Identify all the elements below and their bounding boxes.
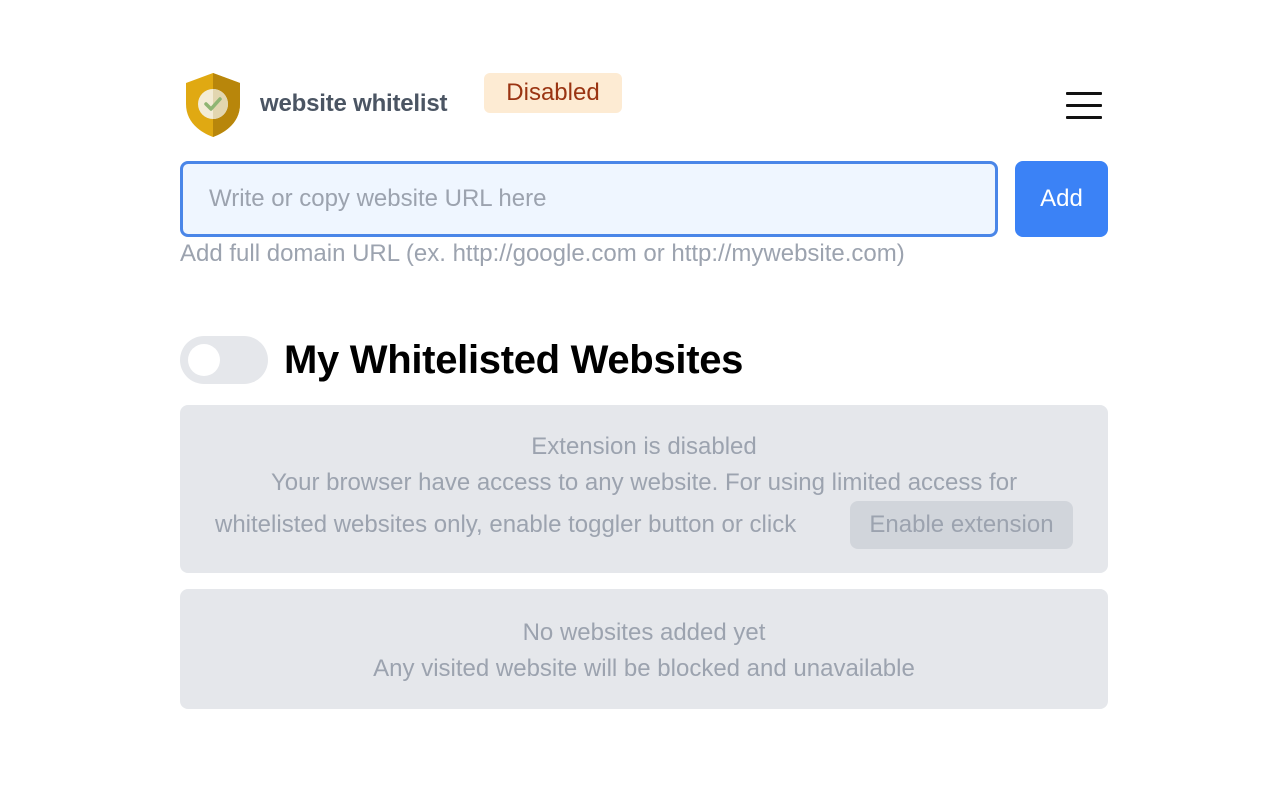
menu-line <box>1066 92 1102 95</box>
notice-text-line2: whitelisted websites only, enable toggle… <box>215 511 797 538</box>
empty-state: No websites added yet Any visited websit… <box>180 589 1108 709</box>
menu-line <box>1066 104 1102 107</box>
whitelist-toggle[interactable] <box>180 336 268 384</box>
url-hint: Add full domain URL (ex. http://google.c… <box>180 240 905 267</box>
app-container: website whitelist Disabled Add Add full … <box>180 0 1108 800</box>
enable-extension-button[interactable]: Enable extension <box>850 501 1073 549</box>
header: website whitelist Disabled <box>180 72 1108 138</box>
empty-state-subtitle: Any visited website will be blocked and … <box>373 655 915 682</box>
app-name: website whitelist <box>260 90 448 117</box>
section-title: My Whitelisted Websites <box>284 338 744 382</box>
empty-state-title: No websites added yet <box>522 619 766 646</box>
toggle-knob <box>188 344 220 376</box>
disabled-notice: Extension is disabled Your browser have … <box>180 405 1108 573</box>
shield-check-icon <box>184 72 242 138</box>
menu-line <box>1066 116 1102 119</box>
notice-text-line1: Your browser have access to any website.… <box>270 469 1018 496</box>
status-badge: Disabled <box>484 73 622 113</box>
notice-title: Extension is disabled <box>531 433 757 460</box>
hamburger-menu-icon[interactable] <box>1060 88 1108 122</box>
url-input[interactable] <box>180 161 998 237</box>
add-button[interactable]: Add <box>1015 161 1108 237</box>
